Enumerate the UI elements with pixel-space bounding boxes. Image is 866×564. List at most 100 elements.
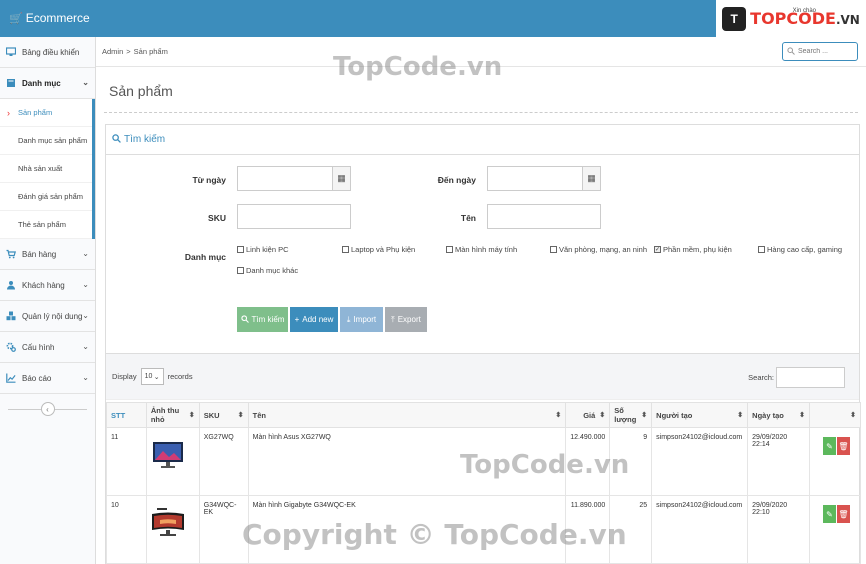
table-row: 11 XG27WQ Màn hình Asus XG27WQ 12.490.00… <box>106 427 862 496</box>
chevron-down-icon: ⌄ <box>82 249 89 258</box>
sku-input[interactable] <box>237 204 351 229</box>
topcode-logo: T TOPCODE.VN Xin chào <box>716 0 866 37</box>
from-date-input[interactable] <box>237 166 333 191</box>
category-checkbox[interactable]: ✓ Phần mềm, phụ kiện <box>654 245 732 254</box>
column-header-actions[interactable]: ⬍ <box>808 402 862 428</box>
from-date-label: Từ ngày <box>192 175 226 185</box>
column-header-creator[interactable]: Người tạo ⬍ <box>651 402 749 428</box>
breadcrumb: Admin > Sản phẩm <box>96 37 866 67</box>
export-button[interactable]: ⤒ Export <box>385 307 427 332</box>
column-header-thumbnail[interactable]: Ảnh thu nhỏ ⬍ <box>145 402 200 428</box>
category-checkbox[interactable]: Laptop và Phụ kiện <box>342 245 415 254</box>
to-date-label: Đến ngày <box>437 175 476 185</box>
sidebar-subitem-manufacturers[interactable]: Nhà sản xuất <box>0 155 92 183</box>
download-icon: ⤓ <box>346 314 351 324</box>
cart-icon <box>6 249 16 259</box>
chevron-down-icon: ⌄ <box>82 280 89 289</box>
trash-icon[interactable]: 🗑 <box>836 505 850 523</box>
sidebar-item-dashboard[interactable]: Bảng điều khiển <box>0 37 95 68</box>
cell-thumbnail <box>145 427 200 496</box>
sidebar-item-label: Quản lý nội dung <box>22 311 83 321</box>
checkbox[interactable] <box>446 246 453 253</box>
sidebar-item-label: Bán hàng <box>22 249 57 259</box>
top-search-input[interactable] <box>798 48 856 55</box>
sidebar-item-content[interactable]: Quản lý nội dung ⌄ <box>0 301 95 332</box>
import-button[interactable]: ⤓ Import <box>340 307 383 332</box>
name-input[interactable] <box>487 204 601 229</box>
user-icon <box>6 280 16 290</box>
title-divider <box>104 112 858 113</box>
sidebar-item-settings[interactable]: Cấu hình ⌄ <box>0 332 95 363</box>
search-icon <box>787 46 795 57</box>
checkbox[interactable] <box>237 267 244 274</box>
cell-created-date: 29/09/2020 22:14 <box>747 427 810 496</box>
calendar-icon[interactable]: ▦ <box>332 166 351 191</box>
breadcrumb-admin[interactable]: Admin <box>102 47 123 56</box>
category-checkbox[interactable]: Màn hình máy tính <box>446 245 517 254</box>
sidebar-subitem-product-tags[interactable]: Thẻ sản phẩm <box>0 211 92 239</box>
column-header-created-date[interactable]: Ngày tạo ⬍ <box>747 402 810 428</box>
checkbox[interactable] <box>237 246 244 253</box>
page-title: Sản phẩm <box>109 83 173 99</box>
sku-label: SKU <box>208 213 226 223</box>
sidebar-item-catalog[interactable]: Danh mục ⌄ <box>0 68 95 99</box>
product-thumbnail-monitor[interactable] <box>151 508 185 538</box>
search-icon <box>112 133 121 146</box>
checkbox[interactable] <box>342 246 349 253</box>
search-button[interactable]: Tìm kiếm <box>237 307 288 332</box>
product-table: STT Ảnh thu nhỏ ⬍ SKU ⬍ Tên ⬍ Giá ⬍ Số lượng… <box>106 402 862 564</box>
checkbox[interactable] <box>758 246 765 253</box>
edit-icon[interactable]: ✎ <box>822 505 836 523</box>
sidebar-item-label: Bảng điều khiển <box>22 47 80 57</box>
collapse-sidebar-icon[interactable]: ‹ <box>40 402 55 416</box>
add-new-button[interactable]: + Add new <box>290 307 338 332</box>
column-header-name[interactable]: Tên ⬍ <box>247 402 567 428</box>
calendar-icon[interactable]: ▦ <box>582 166 601 191</box>
edit-icon[interactable]: ✎ <box>822 437 836 455</box>
category-checkbox[interactable]: Hàng cao cấp, gaming <box>758 245 842 254</box>
sidebar-item-sales[interactable]: Bán hàng ⌄ <box>0 239 95 270</box>
trash-icon[interactable]: 🗑 <box>836 437 850 455</box>
sidebar-item-label: Báo cáo <box>22 373 52 383</box>
search-panel-title: Tìm kiếm <box>124 134 166 145</box>
sidebar-subitem-product-reviews[interactable]: Đánh giá sản phẩm <box>0 183 92 211</box>
category-checkbox[interactable]: Văn phòng, mạng, an ninh <box>550 245 647 254</box>
top-search-box <box>782 42 858 61</box>
cell-created-date: 29/09/2020 22:10 <box>747 495 810 564</box>
column-header-sku[interactable]: SKU ⬍ <box>198 402 249 428</box>
page-size-select[interactable]: 10 ⌄ <box>140 368 164 385</box>
cell-sku: G34WQC-EK <box>198 495 249 564</box>
table-search-input[interactable] <box>776 367 845 388</box>
breadcrumb-separator: > <box>126 47 131 56</box>
product-thumbnail-monitor[interactable] <box>151 440 185 470</box>
display-length: Display 10 ⌄ records <box>112 368 193 385</box>
sidebar-submenu: Sản phẩm Danh mục sản phẩm Nhà sản xuất … <box>0 99 95 239</box>
sidebar-subitem-products[interactable]: Sản phẩm <box>0 99 92 127</box>
table-search: Search: <box>748 367 845 388</box>
sidebar-item-customers[interactable]: Khách hàng ⌄ <box>0 270 95 301</box>
category-label: Danh mục <box>184 252 226 262</box>
search-panel: Tìm kiếm Từ ngày ▦ Đến ngày ▦ SKU Tên Da… <box>105 124 860 381</box>
search-icon <box>240 314 249 325</box>
sidebar-item-label: Cấu hình <box>22 342 55 352</box>
chevron-down-icon: ⌄ <box>82 78 89 87</box>
sidebar-item-reports[interactable]: Báo cáo ⌄ <box>0 363 95 394</box>
cell-stt: 10 <box>106 495 147 564</box>
search-panel-header[interactable]: Tìm kiếm <box>106 125 859 155</box>
brand[interactable]: 🛒 Ecommerce <box>9 11 90 25</box>
sidebar-subitem-product-categories[interactable]: Danh mục sản phẩm <box>0 127 92 155</box>
category-checkbox[interactable]: Linh kiện PC <box>237 245 289 254</box>
column-header-quantity[interactable]: Số lượng ⬍ <box>609 402 653 428</box>
checkbox[interactable] <box>550 246 557 253</box>
sort-icon: ⬍ <box>641 412 648 419</box>
category-checkbox[interactable]: Danh mục khác <box>237 266 298 275</box>
brand-label: Ecommerce <box>25 11 90 25</box>
logo-mark: T <box>722 6 747 31</box>
main-content: Admin > Sản phẩm Sản phẩm Tìm kiếm Từ ng… <box>96 37 866 564</box>
checkbox-checked[interactable]: ✓ <box>654 246 661 253</box>
column-header-stt[interactable]: STT <box>106 402 147 428</box>
column-header-price[interactable]: Giá ⬍ <box>565 402 611 428</box>
chevron-down-icon: ⌄ <box>82 373 89 382</box>
sort-icon: ⬍ <box>850 412 856 419</box>
to-date-input[interactable] <box>487 166 583 191</box>
